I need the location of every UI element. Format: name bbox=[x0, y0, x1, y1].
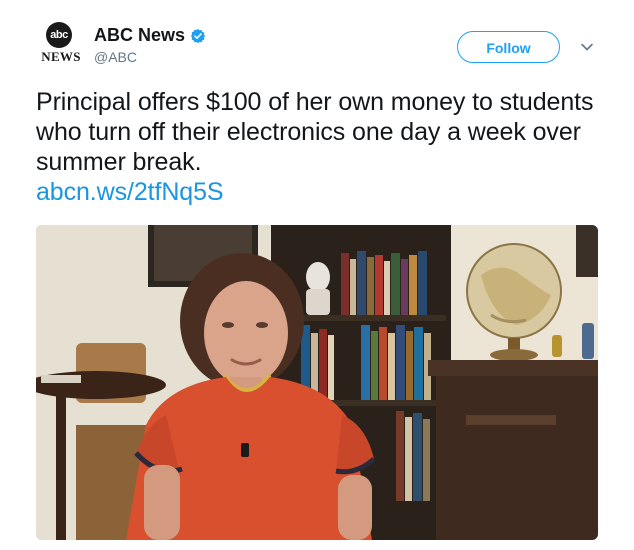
display-name[interactable]: ABC News bbox=[94, 25, 206, 46]
photo-illustration bbox=[36, 225, 598, 540]
follow-button[interactable]: Follow bbox=[457, 31, 560, 63]
avatar-news-text: NEWS bbox=[41, 49, 81, 64]
display-name-text: ABC News bbox=[94, 25, 186, 45]
lapel-microphone bbox=[241, 443, 249, 457]
abc-logo-icon: abc bbox=[46, 22, 72, 48]
tweet-media-photo[interactable] bbox=[36, 225, 598, 540]
bust-statue bbox=[306, 262, 330, 292]
tweet-card: abc NEWS ABC News @ABC Follow Principal … bbox=[0, 0, 634, 550]
user-handle[interactable]: @ABC bbox=[94, 49, 137, 65]
avatar[interactable]: abc NEWS bbox=[36, 22, 86, 66]
chevron-down-icon[interactable] bbox=[580, 40, 594, 54]
desk bbox=[428, 360, 598, 376]
verified-badge-icon bbox=[191, 28, 206, 43]
tweet-body: Principal offers $100 of her own money t… bbox=[36, 88, 594, 176]
tweet-text: Principal offers $100 of her own money t… bbox=[36, 87, 606, 207]
person-face bbox=[204, 281, 288, 385]
tweet-link[interactable]: abcn.ws/2tfNq5S bbox=[36, 177, 606, 207]
